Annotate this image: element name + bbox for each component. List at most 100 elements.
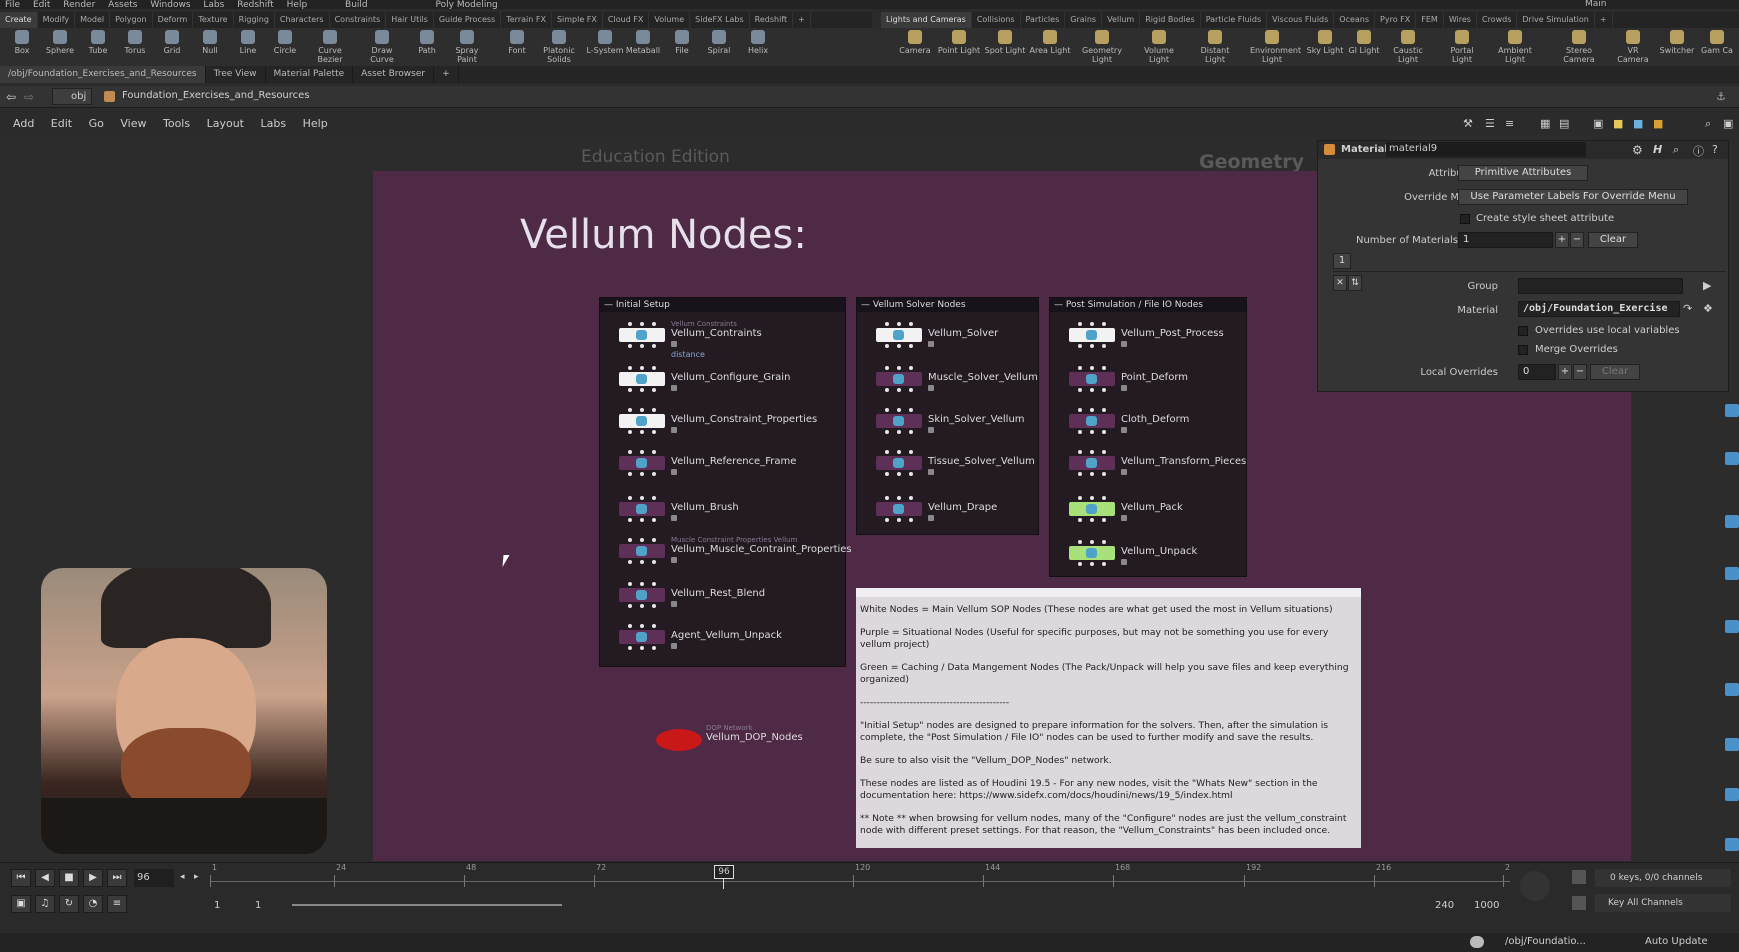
node-connector[interactable]	[652, 408, 656, 412]
tool-spiral[interactable]: Spiral	[697, 30, 741, 55]
search-icon[interactable]: ⌕	[1673, 143, 1679, 157]
dop-node-body[interactable]	[656, 729, 702, 751]
shelf-tab-guide-process[interactable]: Guide Process	[434, 12, 502, 28]
node-cloth-deform[interactable]: Cloth_Deform	[1069, 406, 1289, 436]
node-connector[interactable]	[640, 322, 644, 326]
stop-icon[interactable]: ■	[59, 869, 79, 887]
local-increment-button[interactable]: +	[1558, 364, 1572, 380]
box-header-initial[interactable]: — Initial Setup	[600, 298, 845, 312]
tool-portal-light[interactable]: Portal Light	[1440, 30, 1484, 64]
tool-volume-light[interactable]: Volume Light	[1137, 30, 1181, 64]
node-connector[interactable]	[640, 496, 644, 500]
node-label[interactable]: Vellum_Brush	[671, 502, 739, 513]
node-connector[interactable]	[652, 604, 656, 608]
node-vellum-brush[interactable]: Vellum_Brush	[619, 494, 839, 524]
node-connector[interactable]	[1090, 322, 1094, 326]
node-connector[interactable]	[1078, 430, 1082, 434]
shelf-tab-hair-utils[interactable]: Hair Utils	[386, 12, 434, 28]
node-connector[interactable]	[897, 408, 901, 412]
tool-vr-camera[interactable]: VR Camera	[1611, 30, 1655, 64]
side-indicator-9[interactable]	[1725, 838, 1739, 851]
override-menu[interactable]: Use Parameter Labels For Override Menu	[1458, 189, 1688, 205]
node-label[interactable]: Vellum_Pack	[1121, 502, 1183, 513]
back-arrow-icon[interactable]: ⇦	[6, 90, 16, 104]
net-menu-layout[interactable]: Layout	[207, 117, 244, 130]
jump-start-icon[interactable]: ⏮	[11, 869, 31, 887]
node-connector[interactable]	[652, 582, 656, 586]
node-connector[interactable]	[1102, 540, 1106, 544]
node-connector[interactable]	[652, 388, 656, 392]
node-connector[interactable]	[640, 450, 644, 454]
node-label[interactable]: Vellum_Contraints	[671, 328, 762, 339]
node-connector[interactable]	[1090, 430, 1094, 434]
node-connector[interactable]	[628, 472, 632, 476]
increment-button[interactable]: +	[1555, 232, 1569, 248]
path-current[interactable]: Foundation_Exercises_and_Resources	[122, 90, 310, 101]
node-label[interactable]: Skin_Solver_Vellum	[928, 414, 1025, 425]
node-connector[interactable]	[1090, 388, 1094, 392]
node-point-deform[interactable]: Point_Deform	[1069, 364, 1289, 394]
realtime-icon[interactable]: ◔	[83, 895, 103, 913]
net-menu-help[interactable]: Help	[303, 117, 328, 130]
node-agent-vellum-unpack[interactable]: Agent_Vellum_Unpack	[619, 622, 839, 652]
tool-spot-light[interactable]: Spot Light	[983, 30, 1027, 55]
loop-icon[interactable]: ↻	[59, 895, 79, 913]
node-connector[interactable]	[628, 450, 632, 454]
node-connector[interactable]	[1090, 366, 1094, 370]
menu-redshift[interactable]: Redshift	[237, 1, 274, 10]
shelf-tab-volume[interactable]: Volume	[649, 12, 691, 28]
settings-icon[interactable]: ≡	[107, 895, 127, 913]
node-connector[interactable]	[652, 496, 656, 500]
desktop-build[interactable]: Build	[345, 1, 368, 10]
node-connector[interactable]	[1090, 540, 1094, 544]
tool-gam-ca[interactable]: Gam Ca	[1695, 30, 1739, 55]
jump-end-icon[interactable]: ⏭	[107, 869, 127, 887]
move-instance-icon[interactable]: ⇅	[1348, 275, 1362, 291]
grid-icon[interactable]: ▦	[1540, 117, 1550, 130]
forward-arrow-icon[interactable]: ⇨	[24, 90, 34, 104]
tool-caustic-light[interactable]: Caustic Light	[1386, 30, 1430, 64]
background-image-icon[interactable]: ■	[1633, 117, 1643, 130]
node-connector[interactable]	[1078, 496, 1082, 500]
node-connector[interactable]	[640, 646, 644, 650]
shelf-tab-particles[interactable]: Particles	[1021, 12, 1066, 28]
box-header-post[interactable]: — Post Simulation / File IO Nodes	[1050, 298, 1246, 312]
end-frame-b[interactable]: 1000	[1474, 900, 1499, 911]
desktop-main[interactable]: Main	[1585, 0, 1607, 9]
scope-icon[interactable]	[1520, 871, 1550, 901]
play-icon[interactable]: ▶	[83, 869, 103, 887]
tool-stereo-camera[interactable]: Stereo Camera	[1557, 30, 1601, 64]
box-header-solver[interactable]: — Vellum Solver Nodes	[857, 298, 1038, 312]
param-node-name[interactable]: material9	[1386, 142, 1586, 157]
node-connector[interactable]	[1078, 344, 1082, 348]
add-shelf-tab-right-icon[interactable]: +	[1595, 12, 1613, 28]
keys-info[interactable]: 0 keys, 0/0 channels	[1595, 869, 1731, 887]
node-label[interactable]: Vellum_Post_Process	[1121, 328, 1224, 339]
menu-windows[interactable]: Windows	[150, 1, 190, 10]
node-connector[interactable]	[652, 430, 656, 434]
node-connector[interactable]	[897, 518, 901, 522]
list-icon[interactable]: ≡	[1505, 117, 1514, 130]
menu-edit[interactable]: Edit	[33, 1, 50, 10]
shelf-tab-model[interactable]: Model	[75, 12, 111, 28]
node-connector[interactable]	[628, 604, 632, 608]
status-path[interactable]: /obj/Foundatio...	[1505, 936, 1586, 947]
local-overrides-field[interactable]: 0	[1518, 364, 1556, 380]
group-field[interactable]	[1518, 278, 1683, 294]
pin-icon[interactable]: ⚓	[1716, 90, 1726, 103]
node-connector[interactable]	[885, 408, 889, 412]
net-menu-tools[interactable]: Tools	[163, 117, 190, 130]
path-root[interactable]: obj	[52, 88, 92, 105]
tool-switcher[interactable]: Switcher	[1655, 30, 1699, 55]
node-connector[interactable]	[640, 344, 644, 348]
node-connector[interactable]	[652, 472, 656, 476]
group-select-arrow-icon[interactable]: ▶	[1703, 279, 1711, 292]
box-post-sim[interactable]: — Post Simulation / File IO Nodes Vellum…	[1049, 297, 1247, 577]
node-connector[interactable]	[885, 496, 889, 500]
clear-button[interactable]: Clear	[1588, 232, 1638, 248]
shelf-tab-vellum[interactable]: Vellum	[1102, 12, 1141, 28]
desktop-poly-modeling[interactable]: Poly Modeling	[436, 1, 498, 10]
clear-local-button[interactable]: Clear	[1590, 364, 1640, 380]
side-indicator-4[interactable]	[1725, 567, 1739, 580]
shelf-tab-rigid-bodies[interactable]: Rigid Bodies	[1140, 12, 1201, 28]
